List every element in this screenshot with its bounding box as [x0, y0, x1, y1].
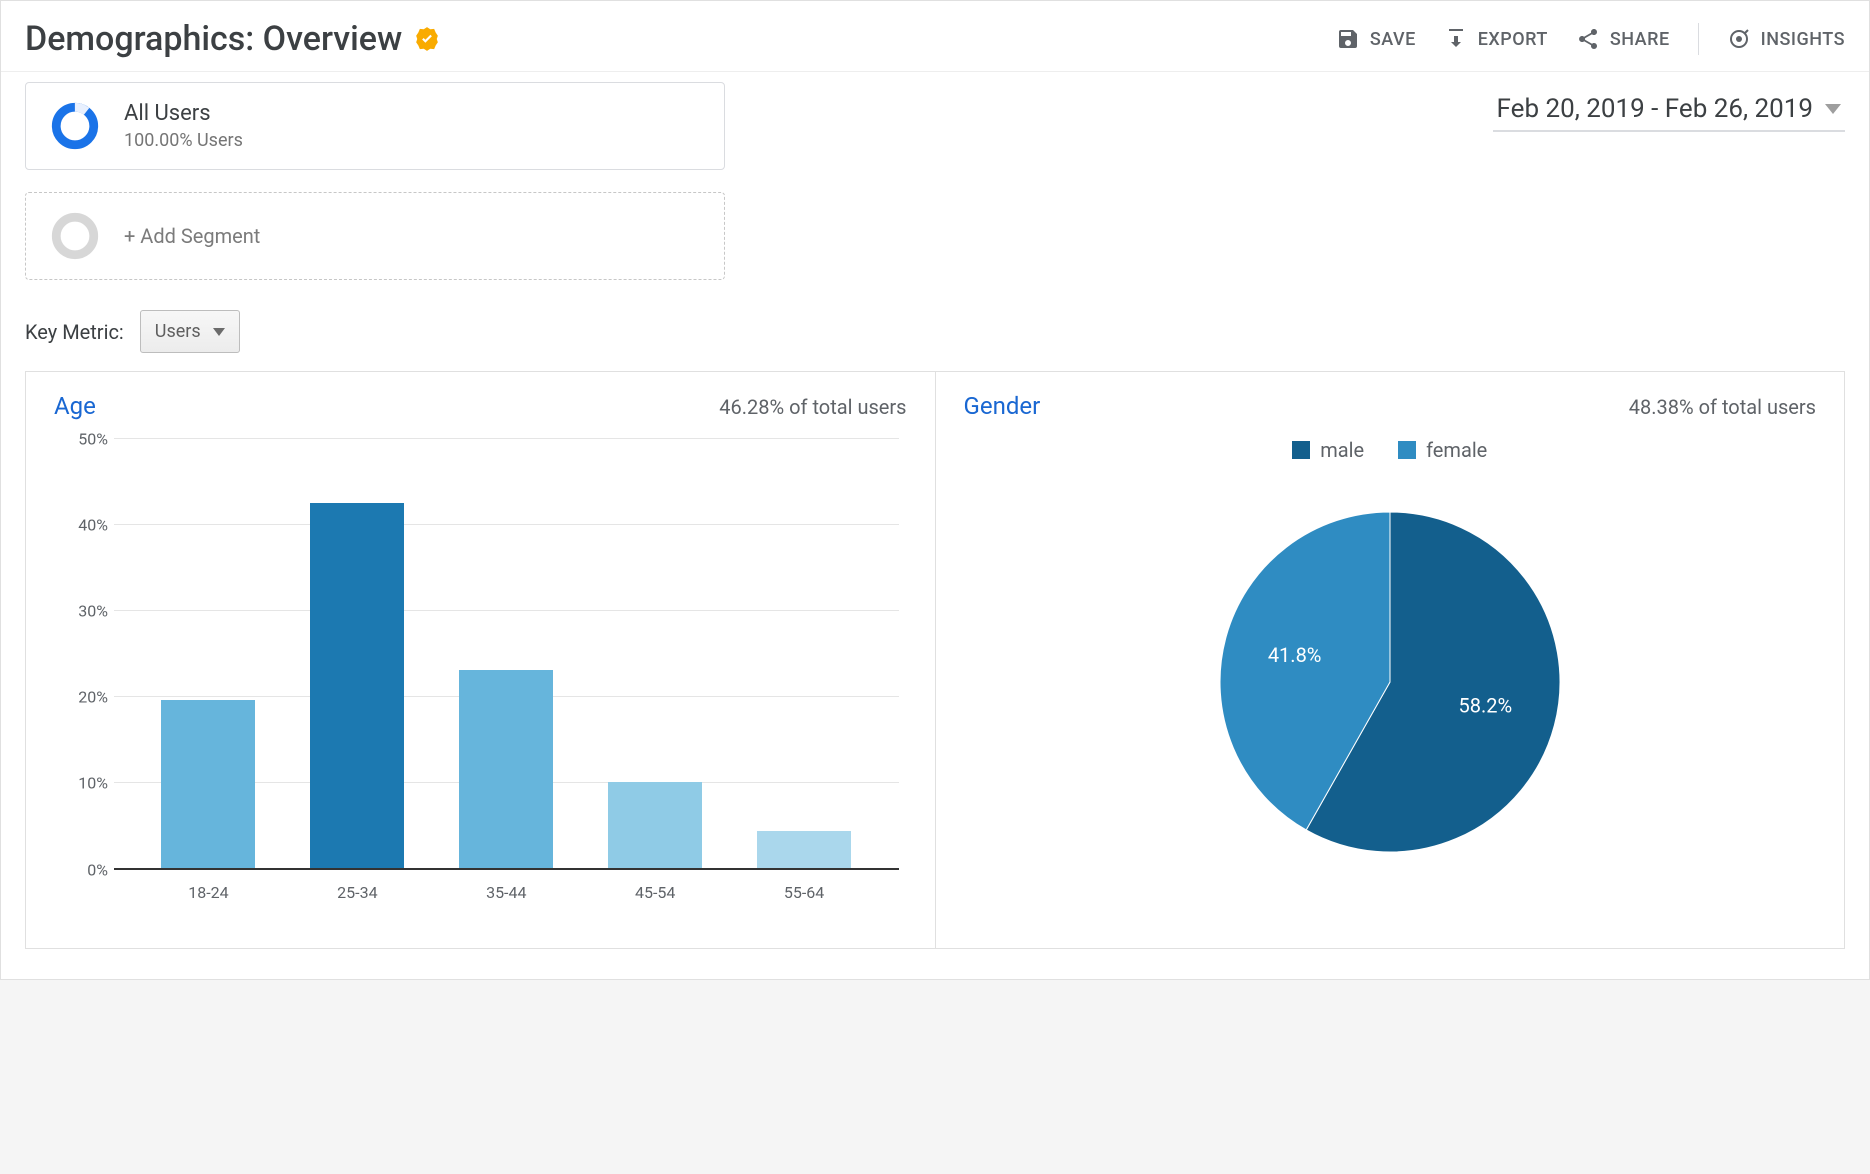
- export-button[interactable]: EXPORT: [1444, 27, 1548, 51]
- action-divider: [1698, 23, 1699, 55]
- segment-all-users[interactable]: All Users 100.00% Users: [25, 82, 725, 170]
- gender-pie-chart: 58.2% 41.8%: [964, 482, 1817, 882]
- gender-panel-title[interactable]: Gender: [964, 392, 1041, 420]
- y-tick-label: 50%: [60, 430, 108, 449]
- legend-female: female: [1398, 438, 1487, 462]
- export-icon: [1444, 27, 1468, 51]
- x-tick-label: 45-54: [635, 883, 675, 902]
- key-metric-row: Key Metric: Users: [25, 310, 1845, 353]
- bar[interactable]: [161, 700, 255, 868]
- page-body: All Users 100.00% Users + Add Segment Fe…: [1, 72, 1869, 979]
- y-tick-label: 10%: [60, 774, 108, 793]
- age-panel: Age 46.28% of total users 0% 10% 20% 30% 40%…: [26, 372, 935, 948]
- share-label: SHARE: [1610, 29, 1670, 50]
- chevron-down-icon: [1825, 104, 1841, 114]
- bar[interactable]: [757, 831, 851, 868]
- y-tick-label: 30%: [60, 602, 108, 621]
- gender-legend: male female: [964, 438, 1817, 462]
- segment-text: All Users 100.00% Users: [124, 101, 243, 151]
- panels: Age 46.28% of total users 0% 10% 20% 30% 40%…: [25, 371, 1845, 949]
- age-bar-chart: 0%10%20%30%40%50% 18-2425-3435-4445-5455…: [54, 438, 907, 918]
- add-segment-label: + Add Segment: [124, 224, 260, 248]
- header-actions: SAVE EXPORT SHARE INSIGHTS: [1336, 23, 1845, 55]
- x-tick-label: 25-34: [337, 883, 377, 902]
- date-range-picker[interactable]: Feb 20, 2019 - Feb 26, 2019: [1493, 86, 1845, 132]
- swatch-male: [1292, 441, 1310, 459]
- pie-slice-label-female: 41.8%: [1268, 643, 1322, 667]
- bar[interactable]: [459, 670, 553, 868]
- x-tick-label: 18-24: [188, 883, 228, 902]
- verified-badge-icon: [414, 26, 440, 52]
- segments: All Users 100.00% Users + Add Segment: [25, 82, 725, 280]
- bar[interactable]: [608, 782, 702, 868]
- title-wrap: Demographics: Overview: [25, 19, 440, 59]
- share-icon: [1576, 27, 1600, 51]
- legend-male-label: male: [1320, 438, 1364, 462]
- segment-subtitle: 100.00% Users: [124, 130, 243, 151]
- key-metric-label: Key Metric:: [25, 320, 124, 344]
- y-tick-label: 0%: [60, 861, 108, 880]
- share-button[interactable]: SHARE: [1576, 27, 1670, 51]
- gender-panel-stat: 48.38% of total users: [1629, 395, 1816, 419]
- age-panel-head: Age 46.28% of total users: [54, 392, 907, 420]
- segment-row: All Users 100.00% Users + Add Segment Fe…: [25, 82, 1845, 280]
- gender-panel-head: Gender 48.38% of total users: [964, 392, 1817, 420]
- donut-icon: [50, 101, 100, 151]
- add-segment-button[interactable]: + Add Segment: [25, 192, 725, 280]
- save-icon: [1336, 27, 1360, 51]
- swatch-female: [1398, 441, 1416, 459]
- x-tick-label: 55-64: [784, 883, 824, 902]
- gridline: 0%: [114, 868, 899, 870]
- gender-panel: Gender 48.38% of total users male female…: [935, 372, 1845, 948]
- age-panel-title[interactable]: Age: [54, 392, 96, 420]
- page-title: Demographics: Overview: [25, 19, 402, 59]
- chevron-down-icon: [213, 328, 225, 336]
- bar[interactable]: [310, 503, 404, 869]
- save-label: SAVE: [1370, 29, 1416, 50]
- bar-column: 25-34: [283, 438, 432, 868]
- key-metric-selected: Users: [155, 321, 201, 342]
- date-range-text: Feb 20, 2019 - Feb 26, 2019: [1497, 94, 1813, 124]
- bar-column: 18-24: [134, 438, 283, 868]
- y-tick-label: 40%: [60, 516, 108, 535]
- export-label: EXPORT: [1478, 29, 1548, 50]
- pie-slice-label-male: 58.2%: [1458, 693, 1512, 717]
- donut-placeholder-icon: [50, 211, 100, 261]
- page-root: Demographics: Overview SAVE EXPORT SHARE…: [0, 0, 1870, 980]
- key-metric-select[interactable]: Users: [140, 310, 240, 353]
- bar-column: 45-54: [581, 438, 730, 868]
- y-tick-label: 20%: [60, 688, 108, 707]
- segment-title: All Users: [124, 101, 243, 126]
- age-panel-stat: 46.28% of total users: [719, 395, 906, 419]
- insights-button[interactable]: INSIGHTS: [1727, 27, 1845, 51]
- insights-icon: [1727, 27, 1751, 51]
- x-tick-label: 35-44: [486, 883, 526, 902]
- bar-column: 55-64: [730, 438, 879, 868]
- insights-label: INSIGHTS: [1761, 29, 1845, 50]
- save-button[interactable]: SAVE: [1336, 27, 1416, 51]
- legend-male: male: [1292, 438, 1364, 462]
- page-header: Demographics: Overview SAVE EXPORT SHARE…: [1, 1, 1869, 72]
- legend-female-label: female: [1426, 438, 1487, 462]
- bar-column: 35-44: [432, 438, 581, 868]
